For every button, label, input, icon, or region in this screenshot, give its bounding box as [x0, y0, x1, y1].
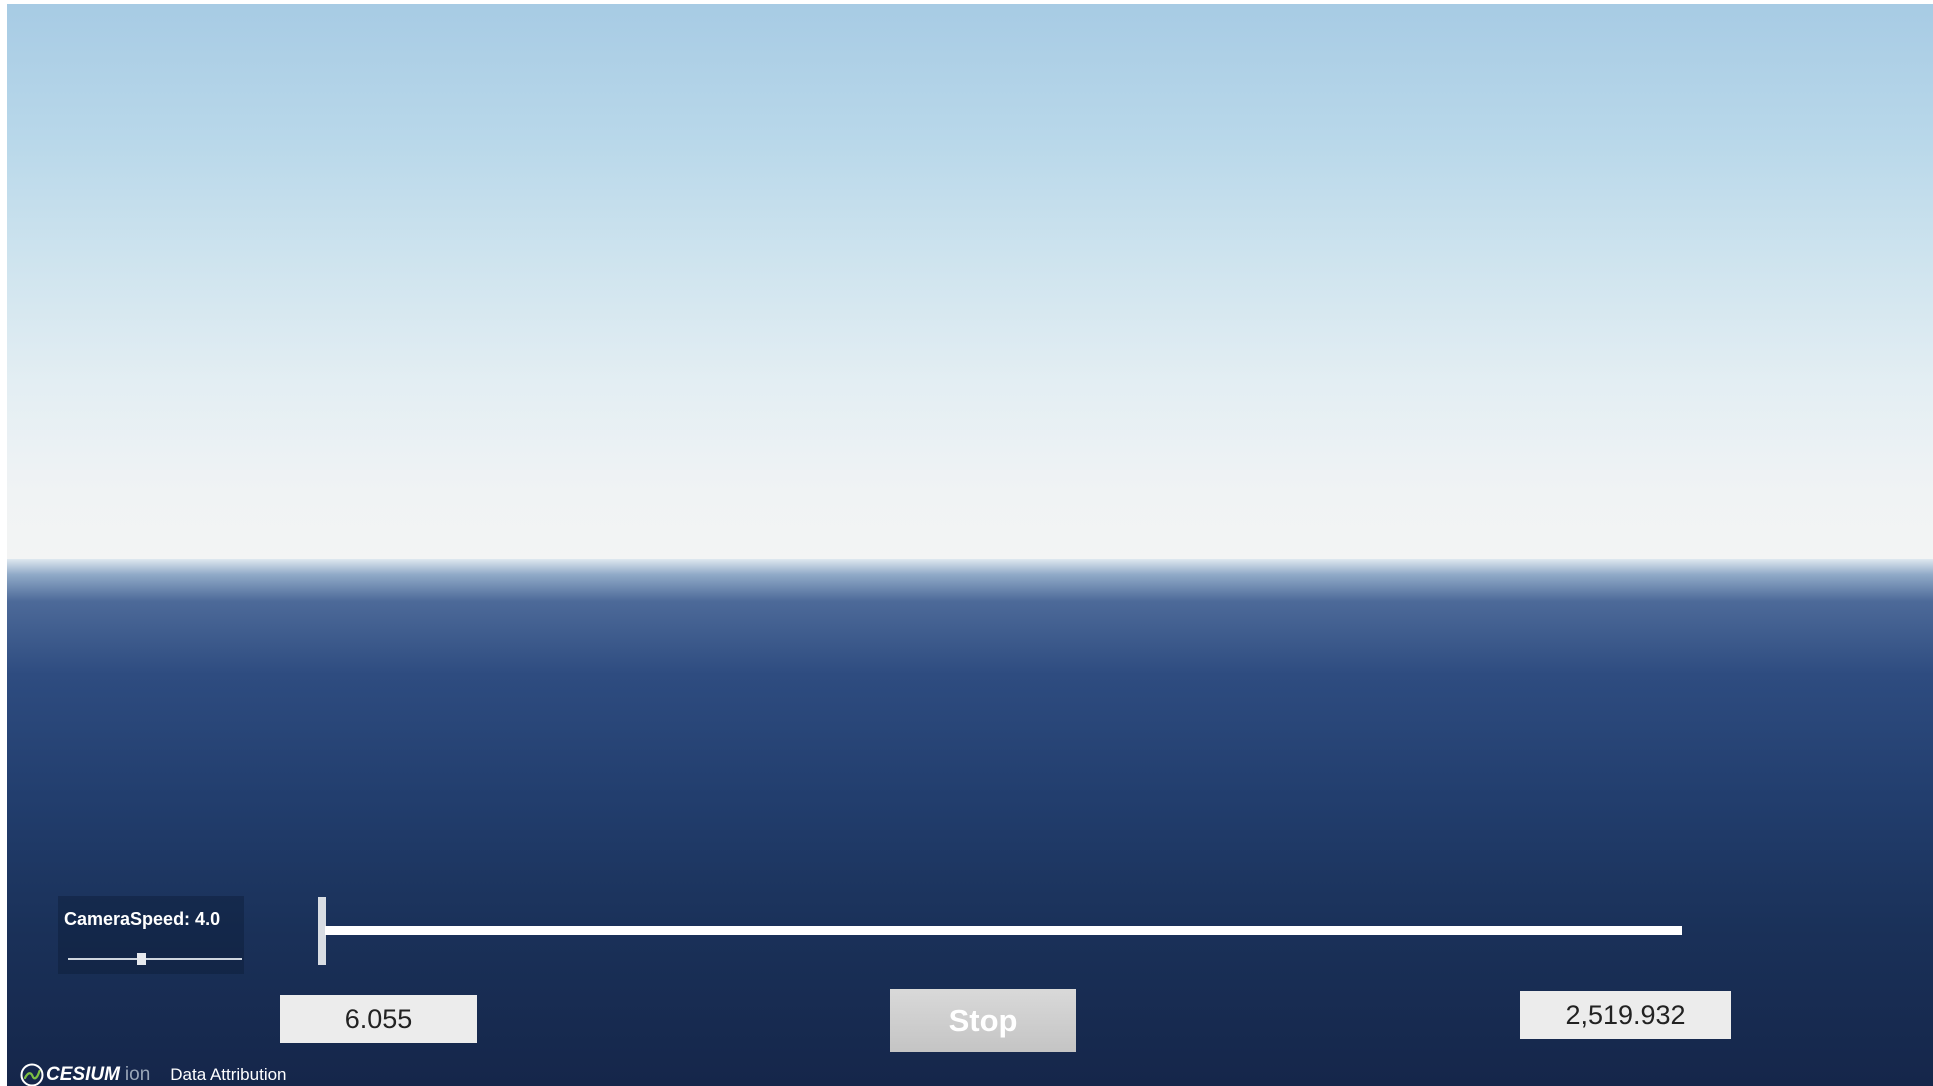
data-attribution-link[interactable]: Data Attribution — [170, 1065, 286, 1085]
stop-button[interactable]: Stop — [890, 989, 1076, 1052]
camera-speed-panel: CameraSpeed: 4.0 — [58, 896, 244, 974]
cesium-logo-text: CESIUM — [46, 1064, 120, 1085]
camera-speed-label: CameraSpeed: 4.0 — [64, 909, 221, 929]
globe-viewport[interactable]: CameraSpeed: 4.0 6.055 Stop 2,519.932 CE… — [7, 4, 1933, 1086]
timeline-track[interactable] — [325, 926, 1682, 935]
camera-speed-slider-handle[interactable] — [136, 953, 146, 965]
sky-backdrop — [7, 4, 1933, 559]
timeline-end-value: 2,519.932 — [1520, 991, 1731, 1039]
cesium-globe-icon — [20, 1063, 44, 1086]
footer-bar: CESIUM ion Data Attribution — [20, 1061, 287, 1086]
camera-speed-slider-track[interactable] — [68, 958, 242, 960]
cesium-ion-logo[interactable]: CESIUM ion — [20, 1063, 150, 1086]
timeline-start-value: 6.055 — [280, 995, 477, 1043]
ion-logo-text: ion — [124, 1064, 151, 1085]
